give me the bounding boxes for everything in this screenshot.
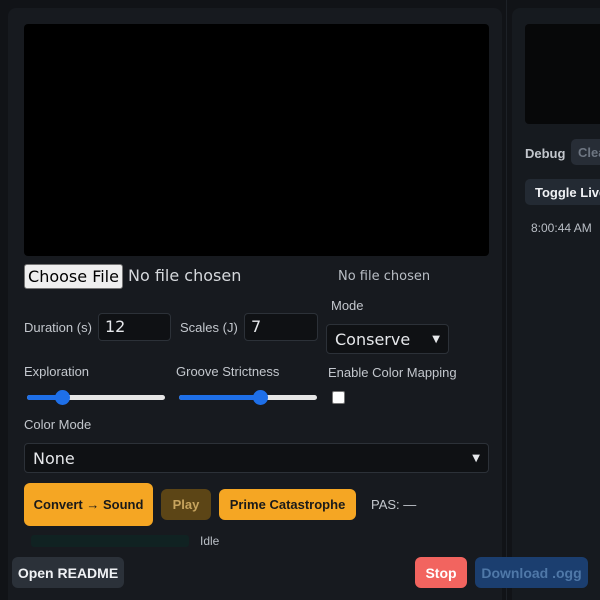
log-timestamp: 8:00:44 AM [531,221,592,235]
debug-preview [525,24,600,124]
app-root: Choose File No file chosen No file chose… [0,0,600,600]
mode-label: Mode [331,298,364,313]
duration-label: Duration (s) [24,320,92,335]
mode-select-value: Conserve [335,329,411,349]
color-mapping-label: Enable Color Mapping [328,365,457,380]
open-readme-button[interactable]: Open README [12,557,124,588]
panel-divider [506,0,507,600]
groove-strictness-label: Groove Strictness [176,364,280,379]
groove-strictness-slider[interactable] [179,389,317,405]
duration-input[interactable]: 12 [98,313,171,341]
color-mode-label: Color Mode [24,417,92,432]
exploration-label: Exploration [24,364,90,379]
image-preview [24,24,489,256]
file-status-secondary: No file chosen [338,269,431,284]
chevron-down-icon: ▼ [432,333,440,345]
clear-button[interactable]: Clear [571,139,600,165]
scales-label: Scales (J) [180,320,238,335]
debug-label: Debug [525,146,566,161]
file-status: No file chosen [128,266,242,285]
color-mode-select-value: None [33,448,75,468]
prime-catastrophe-button[interactable]: Prime Catastrophe [219,489,356,520]
chevron-down-icon: ▼ [472,452,480,464]
toggle-live-button[interactable]: Toggle Live [525,179,600,205]
color-mapping-checkbox[interactable] [332,391,345,404]
exploration-slider[interactable] [27,389,165,405]
mode-select[interactable]: Conserve ▼ [326,324,449,354]
convert-button[interactable]: Convert → Sound [24,483,153,526]
choose-file-button[interactable]: Choose File [24,264,123,289]
color-mode-select[interactable]: None ▼ [24,443,489,473]
slider-thumb[interactable] [253,390,268,405]
status-text: Idle [200,534,220,548]
progress-bar [31,535,189,547]
play-button[interactable]: Play [161,489,211,520]
scales-input[interactable]: 7 [244,313,318,341]
slider-thumb[interactable] [55,390,70,405]
stop-button[interactable]: Stop [415,557,467,588]
slider-fill [179,395,260,400]
pas-readout: PAS: — [371,497,417,512]
download-button[interactable]: Download .ogg [475,557,588,588]
